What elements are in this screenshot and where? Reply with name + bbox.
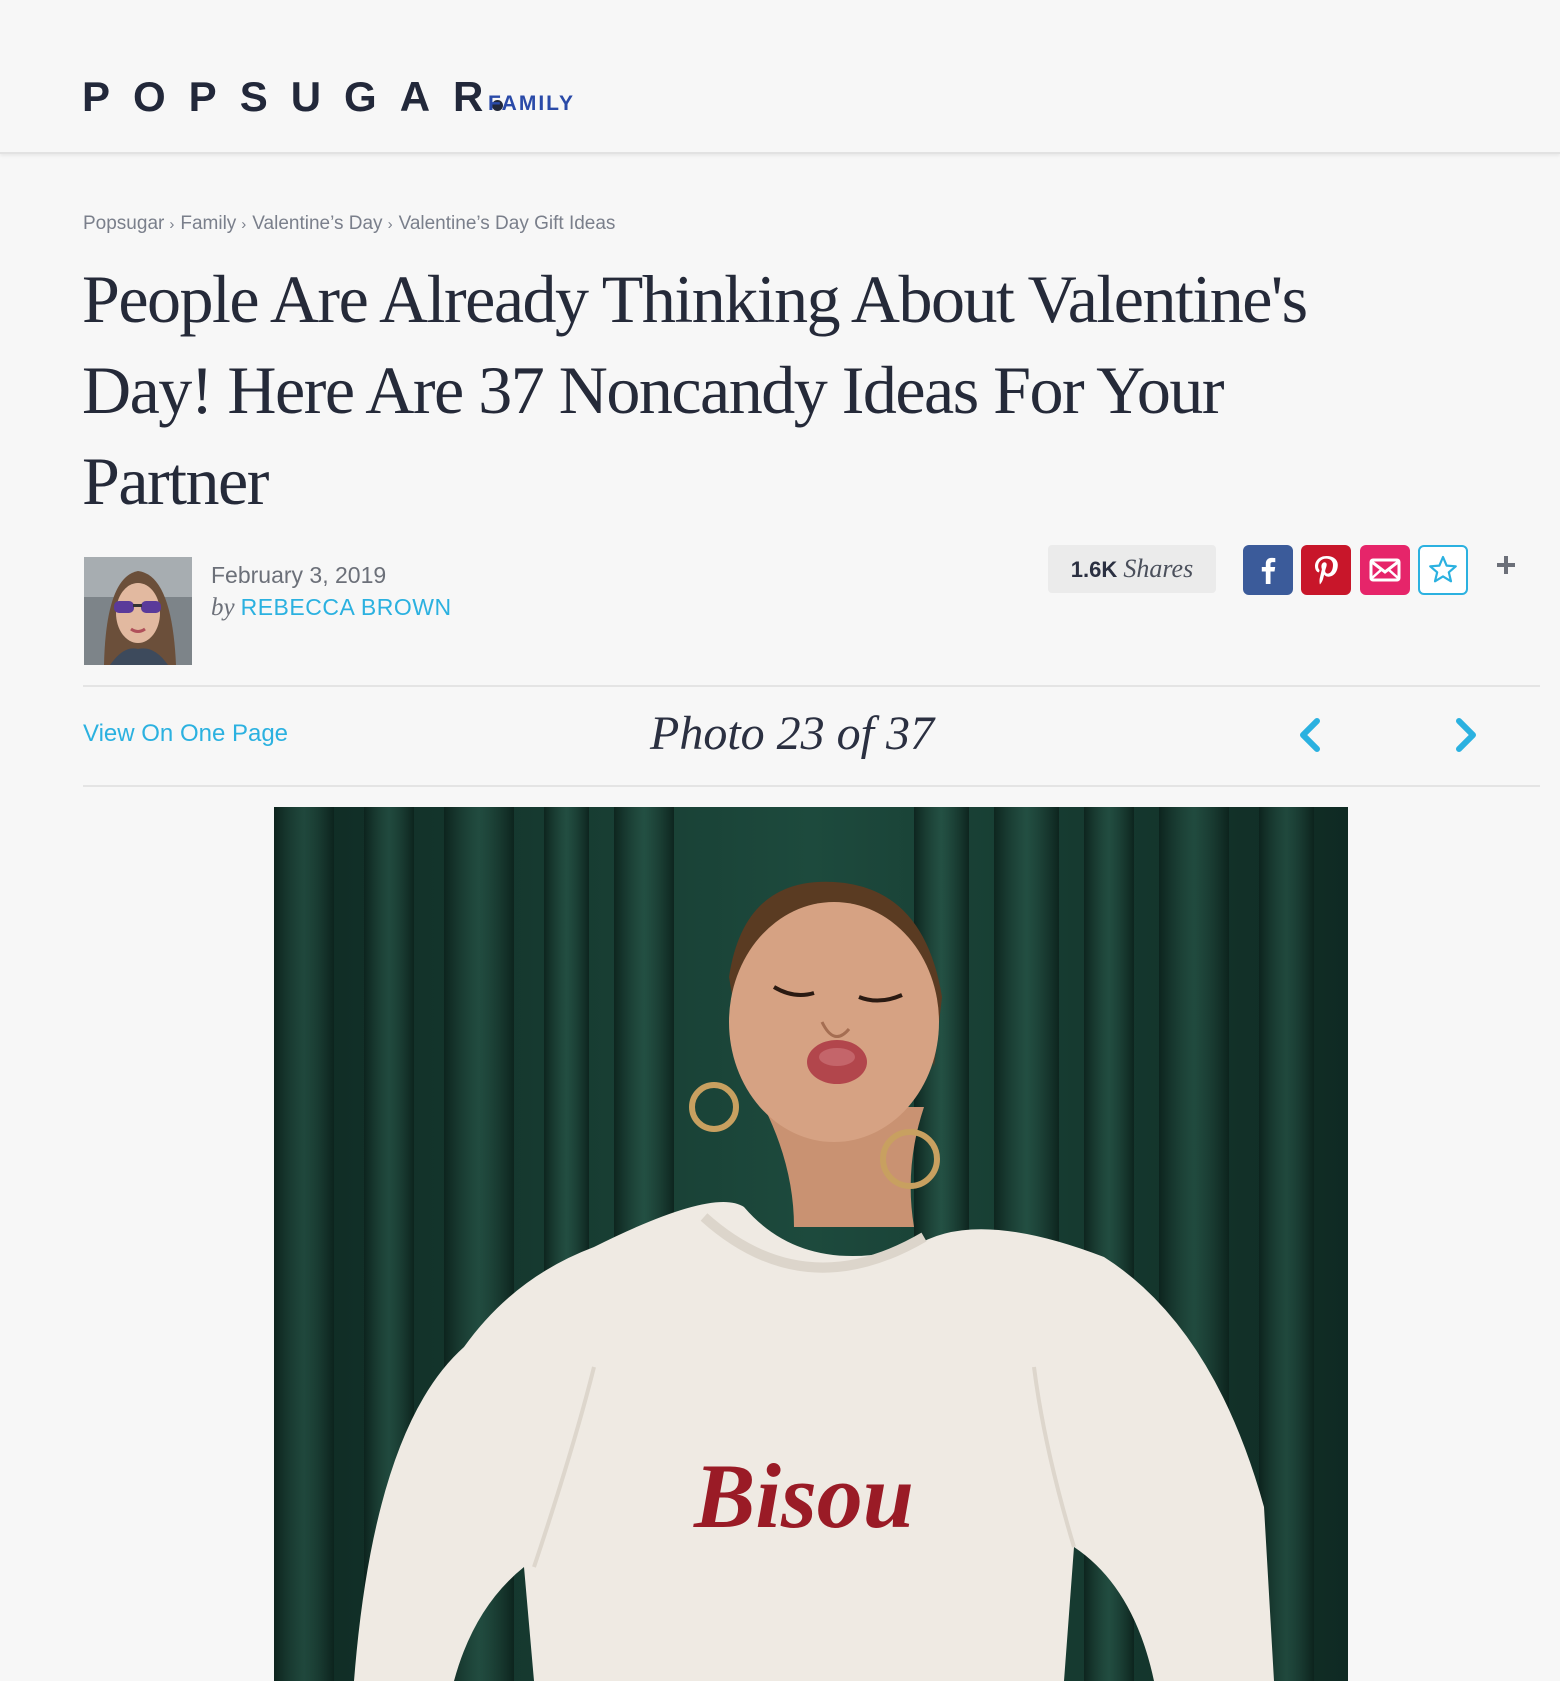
photo-image: Bisou [274,807,1348,1681]
share-count-value: 1.6K [1070,557,1118,582]
chevron-left-icon [1300,718,1320,752]
breadcrumb-item-popsugar[interactable]: Popsugar [83,213,164,234]
next-photo-button[interactable] [1448,716,1482,754]
gallery-photo[interactable]: Bisou [274,807,1348,1681]
author-link[interactable]: REBECCA BROWN [241,594,452,620]
publish-date: February 3, 2019 [211,562,387,588]
section-label[interactable]: FAMILY [488,92,575,116]
site-header: POPSUGAR FAMILY [0,0,1560,154]
photo-shirt-text: Bisou [693,1445,914,1547]
breadcrumb: Popsugar › Family › Valentine’s Day › Valentin… [83,213,615,235]
more-share-button[interactable] [1494,553,1518,577]
avatar-image [84,557,192,665]
divider [83,685,1540,687]
star-icon [1429,555,1457,583]
breadcrumb-item-valentines-day[interactable]: Valentine’s Day [252,213,382,234]
author-avatar[interactable] [84,557,192,665]
breadcrumb-item-family[interactable]: Family [180,213,236,234]
chevron-right-icon [1456,718,1476,752]
logo-text: POPSUGAR [82,73,507,120]
article-title: People Are Already Thinking About Valent… [82,261,1308,519]
breadcrumb-item-gift-ideas[interactable]: Valentine’s Day Gift Ideas [399,213,616,234]
breadcrumb-separator: › [169,216,175,233]
popsugar-logo[interactable]: POPSUGAR [82,72,507,122]
email-icon [1369,558,1401,582]
facebook-icon [1261,557,1276,584]
facebook-share-button[interactable] [1243,545,1293,595]
save-favorite-button[interactable] [1418,545,1468,595]
breadcrumb-separator: › [387,216,393,233]
by-label: by [211,594,235,621]
pinterest-icon [1315,556,1338,585]
breadcrumb-separator: › [241,216,247,233]
byline: by REBECCA BROWN [211,594,452,622]
email-share-button[interactable] [1360,545,1410,595]
plus-icon [1497,556,1515,574]
view-on-one-page-link[interactable]: View On One Page [83,720,288,748]
divider [83,785,1540,787]
previous-photo-button[interactable] [1294,716,1328,754]
share-count-label: Shares [1123,554,1194,583]
photo-counter: Photo 23 of 37 [650,707,934,760]
pinterest-share-button[interactable] [1301,545,1351,595]
share-count: 1.6K Shares [1048,545,1216,593]
